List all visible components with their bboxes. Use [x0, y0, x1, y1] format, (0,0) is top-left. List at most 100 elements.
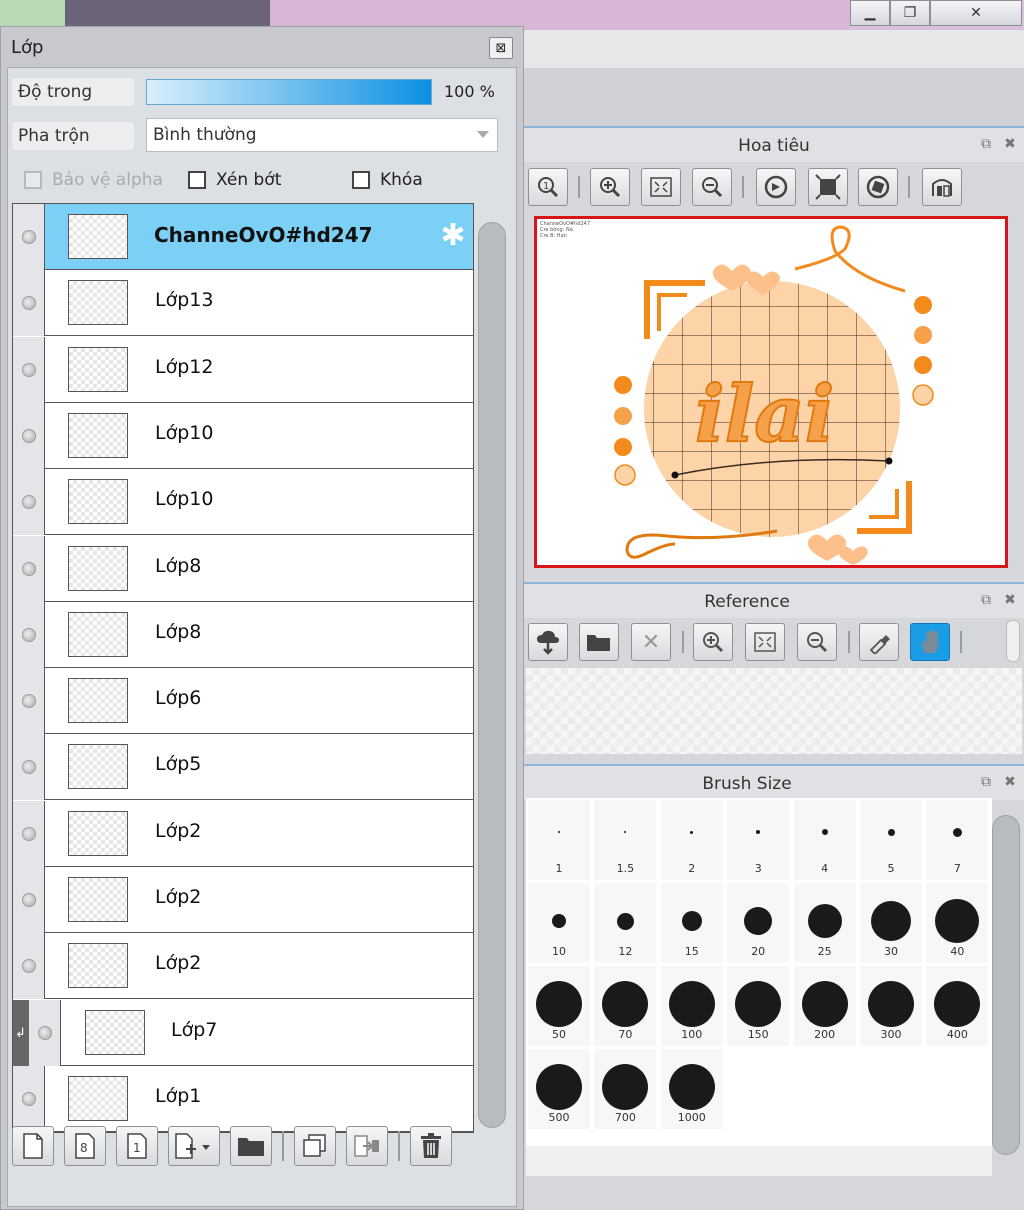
close-icon[interactable]: ✖ [1000, 134, 1020, 154]
brush-size-cell[interactable]: 1.5 [594, 800, 657, 880]
ref-eyedropper-button[interactable] [859, 623, 899, 661]
detach-icon[interactable]: ⧉ [976, 772, 996, 792]
brush-size-cell[interactable]: 150 [727, 966, 790, 1046]
brush-size-cell[interactable]: 7 [926, 800, 989, 880]
add-layer-menu-button[interactable] [168, 1126, 220, 1166]
duplicate-layer-button[interactable] [294, 1126, 336, 1166]
ref-zoom-out-button[interactable] [797, 623, 837, 661]
flip-button[interactable] [922, 168, 962, 206]
layer-row[interactable]: Lớp5 [13, 734, 473, 801]
visibility-toggle[interactable] [13, 601, 45, 668]
visibility-toggle[interactable] [13, 734, 45, 801]
new-layer-button[interactable] [12, 1126, 54, 1166]
brush-size-cell[interactable]: 15 [660, 883, 723, 963]
brush-size-scrollbar[interactable] [992, 815, 1020, 1155]
zoom-actual-button[interactable]: 1 [528, 168, 568, 206]
layer-row[interactable]: ↲ Lớp7 [13, 999, 473, 1066]
lock-checkbox[interactable]: Khóa [352, 170, 423, 190]
new-8bit-layer-button[interactable]: 8 [64, 1126, 106, 1166]
blend-mode-select[interactable]: Bình thường [146, 118, 498, 152]
brush-size-cell[interactable]: 3 [727, 800, 790, 880]
gear-icon[interactable]: ✱ [437, 220, 469, 252]
zoom-out-icon [702, 177, 723, 198]
layer-list-scrollbar[interactable] [478, 222, 506, 1128]
close-icon[interactable]: ✖ [1000, 590, 1020, 610]
new-folder-button[interactable] [230, 1126, 272, 1166]
zoom-out-button[interactable] [692, 168, 732, 206]
visibility-toggle[interactable] [13, 336, 45, 403]
visibility-toggle[interactable] [13, 469, 45, 536]
brush-size-cell[interactable]: 200 [793, 966, 856, 1046]
reference-toolbar-scroll[interactable] [1006, 620, 1020, 662]
close-window-button[interactable]: ✕ [930, 0, 1022, 26]
ref-open-button[interactable] [579, 623, 619, 661]
brush-size-cell[interactable]: 400 [926, 966, 989, 1046]
brush-size-cell[interactable]: 300 [860, 966, 922, 1046]
visibility-toggle[interactable] [13, 535, 45, 602]
layer-row[interactable]: Lớp2 [13, 933, 473, 1000]
layer-row[interactable]: Lớp13 [13, 270, 473, 337]
detach-icon[interactable]: ⧉ [976, 590, 996, 610]
visibility-toggle[interactable] [13, 867, 45, 933]
rotate-right-button[interactable] [858, 168, 898, 206]
close-icon[interactable]: ✖ [1000, 772, 1020, 792]
navigator-preview[interactable]: ChanneOvO#hd247 Cre bông: Na Cre B: Han [534, 216, 1008, 568]
new-1bit-layer-button[interactable]: 1 [116, 1126, 158, 1166]
visibility-toggle[interactable] [13, 933, 45, 1000]
visibility-toggle[interactable] [13, 270, 45, 337]
minimize-button[interactable]: ▁ [850, 0, 890, 26]
visibility-toggle[interactable] [29, 999, 61, 1066]
brush-size-cell[interactable]: 5 [860, 800, 922, 880]
brush-size-cell[interactable]: 40 [926, 883, 989, 963]
layer-row[interactable]: Lớp10 [13, 402, 473, 469]
visibility-toggle[interactable] [13, 204, 45, 270]
brush-size-cell[interactable]: 4 [793, 800, 856, 880]
brush-size-cell[interactable]: 10 [528, 883, 590, 963]
brush-size-cell[interactable]: 70 [594, 966, 657, 1046]
visibility-toggle[interactable] [13, 668, 45, 735]
restore-button[interactable]: ❐ [890, 0, 930, 26]
reset-view-button[interactable] [808, 168, 848, 206]
zoom-in-button[interactable] [590, 168, 630, 206]
layer-row[interactable]: Lớp10 [13, 469, 473, 536]
detach-icon[interactable]: ⧉ [976, 134, 996, 154]
layer-row[interactable]: Lớp6 [13, 668, 473, 735]
layer-row[interactable]: ChanneOvO#hd247 ✱ [13, 204, 473, 270]
brush-size-label: 1000 [677, 1111, 706, 1124]
brush-size-cell[interactable]: 20 [727, 883, 790, 963]
brush-size-cell[interactable]: 100 [660, 966, 723, 1046]
ref-hand-button[interactable] [910, 623, 950, 661]
layer-row[interactable]: Lớp8 [13, 601, 473, 668]
clipping-checkbox[interactable]: Xén bớt [188, 170, 281, 190]
reference-canvas[interactable] [526, 668, 1022, 754]
brush-size-cell[interactable]: 30 [860, 883, 922, 963]
protect-alpha-checkbox[interactable]: Bảo vệ alpha [24, 170, 163, 190]
merge-layer-button[interactable] [346, 1126, 388, 1166]
delete-layer-button[interactable] [410, 1126, 452, 1166]
brush-size-cell[interactable]: 50 [528, 966, 590, 1046]
ref-fit-button[interactable] [745, 623, 785, 661]
layer-thumbnail [68, 346, 128, 392]
brush-size-cell[interactable]: 1 [528, 800, 590, 880]
ref-remove-button[interactable]: ✕ [631, 623, 671, 661]
brush-size-cell[interactable]: 2 [660, 800, 723, 880]
layer-row[interactable]: Lớp2 [13, 867, 473, 933]
rotate-left-button[interactable] [756, 168, 796, 206]
layer-name: Lớp10 [155, 421, 214, 444]
layer-row[interactable]: Lớp8 [13, 535, 473, 602]
brush-size-cell[interactable]: 700 [594, 1049, 657, 1129]
opacity-slider[interactable] [146, 79, 432, 105]
fit-screen-button[interactable] [641, 168, 681, 206]
brush-size-cell[interactable]: 1000 [660, 1049, 723, 1129]
layer-row[interactable]: Lớp12 [13, 336, 473, 403]
layer-row[interactable]: Lớp2 [13, 800, 473, 867]
visibility-toggle[interactable] [13, 402, 45, 469]
brush-dot-icon [756, 830, 761, 834]
brush-size-cell[interactable]: 500 [528, 1049, 590, 1129]
visibility-toggle[interactable] [13, 800, 45, 867]
ref-zoom-in-button[interactable] [693, 623, 733, 661]
brush-size-cell[interactable]: 12 [594, 883, 657, 963]
brush-size-cell[interactable]: 25 [793, 883, 856, 963]
ref-load-button[interactable] [528, 623, 568, 661]
layer-panel-close-button[interactable]: ⊠ [489, 37, 513, 59]
